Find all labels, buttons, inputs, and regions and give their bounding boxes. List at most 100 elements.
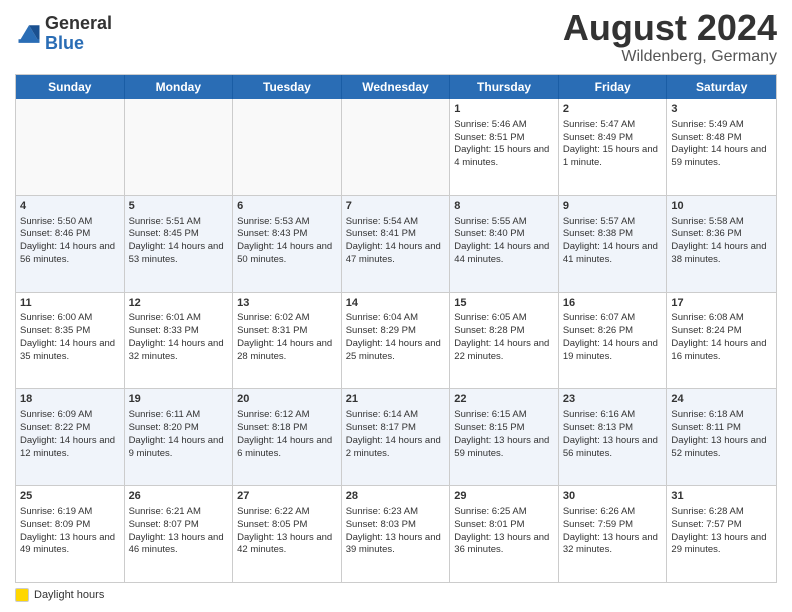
sunrise-text: Sunrise: 6:22 AM (237, 506, 337, 519)
day-number: 26 (129, 489, 229, 504)
calendar-body: 1Sunrise: 5:46 AMSunset: 8:51 PMDaylight… (16, 99, 776, 582)
daylight-text: Daylight: 14 hours and 22 minutes. (454, 338, 554, 364)
daylight-text: Daylight: 14 hours and 28 minutes. (237, 338, 337, 364)
sunrise-text: Sunrise: 5:49 AM (671, 119, 772, 132)
sunrise-text: Sunrise: 6:05 AM (454, 312, 554, 325)
daylight-text: Daylight: 14 hours and 50 minutes. (237, 241, 337, 267)
daylight-text: Daylight: 14 hours and 53 minutes. (129, 241, 229, 267)
daylight-legend-icon (15, 588, 29, 602)
sunset-text: Sunset: 8:20 PM (129, 422, 229, 435)
sunrise-text: Sunrise: 6:23 AM (346, 506, 446, 519)
calendar-cell: 2Sunrise: 5:47 AMSunset: 8:49 PMDaylight… (559, 99, 668, 195)
day-number: 4 (20, 199, 120, 214)
sunrise-text: Sunrise: 6:15 AM (454, 409, 554, 422)
calendar-cell: 19Sunrise: 6:11 AMSunset: 8:20 PMDayligh… (125, 389, 234, 485)
calendar-cell: 29Sunrise: 6:25 AMSunset: 8:01 PMDayligh… (450, 486, 559, 582)
calendar-cell: 7Sunrise: 5:54 AMSunset: 8:41 PMDaylight… (342, 196, 451, 292)
day-number: 16 (563, 296, 663, 311)
sunset-text: Sunset: 8:45 PM (129, 228, 229, 241)
sunset-text: Sunset: 8:03 PM (346, 519, 446, 532)
calendar-cell: 20Sunrise: 6:12 AMSunset: 8:18 PMDayligh… (233, 389, 342, 485)
day-number: 31 (671, 489, 772, 504)
sunset-text: Sunset: 7:59 PM (563, 519, 663, 532)
daylight-text: Daylight: 13 hours and 29 minutes. (671, 532, 772, 558)
sunrise-text: Sunrise: 6:14 AM (346, 409, 446, 422)
daylight-text: Daylight: 14 hours and 9 minutes. (129, 435, 229, 461)
sunrise-text: Sunrise: 6:01 AM (129, 312, 229, 325)
daylight-text: Daylight: 13 hours and 46 minutes. (129, 532, 229, 558)
sunset-text: Sunset: 8:07 PM (129, 519, 229, 532)
sunset-text: Sunset: 8:38 PM (563, 228, 663, 241)
daylight-text: Daylight: 13 hours and 32 minutes. (563, 532, 663, 558)
day-number: 17 (671, 296, 772, 311)
calendar-header: SundayMondayTuesdayWednesdayThursdayFrid… (16, 75, 776, 99)
calendar-cell: 27Sunrise: 6:22 AMSunset: 8:05 PMDayligh… (233, 486, 342, 582)
location: Wildenberg, Germany (563, 48, 777, 66)
calendar-cell: 21Sunrise: 6:14 AMSunset: 8:17 PMDayligh… (342, 389, 451, 485)
calendar-row: 1Sunrise: 5:46 AMSunset: 8:51 PMDaylight… (16, 99, 776, 195)
sunset-text: Sunset: 8:36 PM (671, 228, 772, 241)
calendar-cell: 15Sunrise: 6:05 AMSunset: 8:28 PMDayligh… (450, 293, 559, 389)
calendar-cell: 28 Sunrise: 6:23 AMSunset: 8:03 PMDayligh… (342, 486, 451, 582)
sunset-text: Sunset: 8:22 PM (20, 422, 120, 435)
calendar-cell: 14Sunrise: 6:04 AMSunset: 8:29 PMDayligh… (342, 293, 451, 389)
daylight-text: Daylight: 14 hours and 35 minutes. (20, 338, 120, 364)
calendar-cell: 4Sunrise: 5:50 AMSunset: 8:46 PMDaylight… (16, 196, 125, 292)
calendar-cell: 23Sunrise: 6:16 AMSunset: 8:13 PMDayligh… (559, 389, 668, 485)
sunrise-text: Sunrise: 6:21 AM (129, 506, 229, 519)
sunset-text: Sunset: 8:41 PM (346, 228, 446, 241)
daylight-text: Daylight: 13 hours and 59 minutes. (454, 435, 554, 461)
day-number: 7 (346, 199, 446, 214)
calendar-cell: 3Sunrise: 5:49 AMSunset: 8:48 PMDaylight… (667, 99, 776, 195)
day-number: 10 (671, 199, 772, 214)
sunrise-text: Sunrise: 6:02 AM (237, 312, 337, 325)
sunrise-text: Sunrise: 6:18 AM (671, 409, 772, 422)
daylight-text: Daylight: 14 hours and 6 minutes. (237, 435, 337, 461)
sunset-text: Sunset: 8:29 PM (346, 325, 446, 338)
sunset-text: Sunset: 8:35 PM (20, 325, 120, 338)
sunrise-text: Sunrise: 6:25 AM (454, 506, 554, 519)
sunset-text: Sunset: 8:33 PM (129, 325, 229, 338)
sunrise-text: Sunrise: 6:00 AM (20, 312, 120, 325)
sunset-text: Sunset: 8:01 PM (454, 519, 554, 532)
calendar-cell: 16Sunrise: 6:07 AMSunset: 8:26 PMDayligh… (559, 293, 668, 389)
calendar-cell: 8Sunrise: 5:55 AMSunset: 8:40 PMDaylight… (450, 196, 559, 292)
daylight-text: Daylight: 14 hours and 25 minutes. (346, 338, 446, 364)
calendar-header-cell: Friday (559, 75, 668, 99)
sunset-text: Sunset: 8:40 PM (454, 228, 554, 241)
day-number: 9 (563, 199, 663, 214)
calendar-cell: 25Sunrise: 6:19 AMSunset: 8:09 PMDayligh… (16, 486, 125, 582)
daylight-legend-label: Daylight hours (34, 589, 104, 601)
calendar-cell: 26 Sunrise: 6:21 AMSunset: 8:07 PMDayligh… (125, 486, 234, 582)
calendar-cell: 5Sunrise: 5:51 AMSunset: 8:45 PMDaylight… (125, 196, 234, 292)
sunset-text: Sunset: 8:28 PM (454, 325, 554, 338)
sunset-text: Sunset: 8:24 PM (671, 325, 772, 338)
calendar-cell (125, 99, 234, 195)
sunrise-text: Sunrise: 6:11 AM (129, 409, 229, 422)
day-number: 29 (454, 489, 554, 504)
sunrise-text: Sunrise: 6:28 AM (671, 506, 772, 519)
logo-blue: Blue (45, 34, 112, 54)
day-number: 14 (346, 296, 446, 311)
day-number: 28 (346, 489, 446, 504)
sunset-text: Sunset: 8:17 PM (346, 422, 446, 435)
daylight-text: Daylight: 14 hours and 59 minutes. (671, 144, 772, 170)
calendar-cell: 12Sunrise: 6:01 AMSunset: 8:33 PMDayligh… (125, 293, 234, 389)
header: General Blue August 2024 Wildenberg, Ger… (15, 10, 777, 66)
sunrise-text: Sunrise: 5:46 AM (454, 119, 554, 132)
sunrise-text: Sunrise: 6:09 AM (20, 409, 120, 422)
calendar-cell: 18Sunrise: 6:09 AMSunset: 8:22 PMDayligh… (16, 389, 125, 485)
calendar-cell: 31Sunrise: 6:28 AMSunset: 7:57 PMDayligh… (667, 486, 776, 582)
day-number: 8 (454, 199, 554, 214)
day-number: 11 (20, 296, 120, 311)
daylight-text: Daylight: 14 hours and 44 minutes. (454, 241, 554, 267)
day-number: 13 (237, 296, 337, 311)
daylight-text: Daylight: 14 hours and 41 minutes. (563, 241, 663, 267)
sunrise-text: Sunrise: 6:16 AM (563, 409, 663, 422)
sunrise-text: Sunrise: 5:51 AM (129, 216, 229, 229)
day-number: 15 (454, 296, 554, 311)
sunrise-text: Sunrise: 5:50 AM (20, 216, 120, 229)
daylight-text: Daylight: 13 hours and 39 minutes. (346, 532, 446, 558)
sunrise-text: Sunrise: 5:53 AM (237, 216, 337, 229)
logo-general: General (45, 14, 112, 34)
